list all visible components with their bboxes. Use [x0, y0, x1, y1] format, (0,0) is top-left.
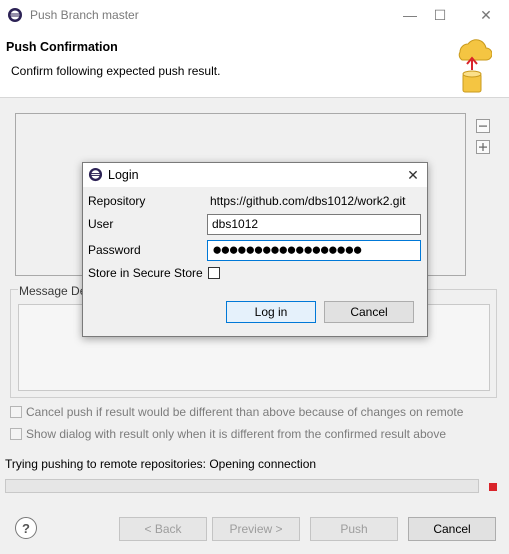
password-label: Password	[88, 243, 141, 257]
collapse-all-icon[interactable]	[476, 119, 490, 133]
window-title: Push Branch master	[30, 8, 139, 22]
login-title: Login	[108, 168, 139, 182]
progress-bar	[5, 479, 479, 493]
show-dialog-checkbox[interactable]	[10, 428, 22, 440]
cancel-if-different-option[interactable]: Cancel push if result would be different…	[10, 405, 463, 419]
wizard-page-title: Push Confirmation	[6, 40, 118, 54]
store-secure-label: Store in Secure Store	[88, 266, 203, 280]
repository-label: Repository	[88, 194, 146, 208]
login-button[interactable]: Log in	[226, 301, 316, 323]
stop-icon[interactable]	[487, 481, 499, 493]
back-button[interactable]: < Back	[119, 517, 207, 541]
preview-button[interactable]: Preview >	[212, 517, 300, 541]
eclipse-app-icon	[7, 7, 23, 23]
dialog-close-icon[interactable]: ✕	[403, 165, 423, 185]
cancel-button[interactable]: Cancel	[408, 517, 496, 541]
login-dialog: Login ✕ Repository https://github.com/db…	[82, 162, 428, 337]
help-icon[interactable]: ?	[15, 517, 37, 539]
push-to-cloud-icon	[452, 32, 493, 96]
store-secure-option[interactable]: Store in Secure Store	[88, 266, 220, 280]
push-button[interactable]: Push	[310, 517, 398, 541]
expand-all-icon[interactable]	[476, 140, 490, 154]
minimize-icon[interactable]: —	[398, 4, 422, 26]
eclipse-dialog-icon	[88, 167, 103, 182]
repository-value: https://github.com/dbs1012/work2.git	[210, 194, 406, 208]
cancel-if-different-checkbox[interactable]	[10, 406, 22, 418]
user-label: User	[88, 217, 114, 231]
password-input[interactable]: ●●●●●●●●●●●●●●●●●●	[207, 240, 421, 261]
window-close-icon[interactable]: ✕	[474, 4, 498, 26]
show-dialog-label: Show dialog with result only when it is …	[26, 427, 446, 441]
maximize-icon[interactable]: ☐	[428, 4, 452, 26]
show-dialog-option[interactable]: Show dialog with result only when it is …	[10, 427, 446, 441]
store-secure-checkbox[interactable]	[207, 267, 220, 279]
message-details-legend: Message De	[18, 284, 88, 298]
wizard-page-description: Confirm following expected push result.	[11, 64, 221, 78]
cancel-if-different-label: Cancel push if result would be different…	[26, 405, 464, 419]
user-input[interactable]: dbs1012	[207, 214, 421, 235]
login-cancel-button[interactable]: Cancel	[324, 301, 414, 323]
window-titlebar: Push Branch master — ☐ ✕	[0, 0, 509, 30]
status-message: Trying pushing to remote repositories: O…	[5, 457, 317, 471]
